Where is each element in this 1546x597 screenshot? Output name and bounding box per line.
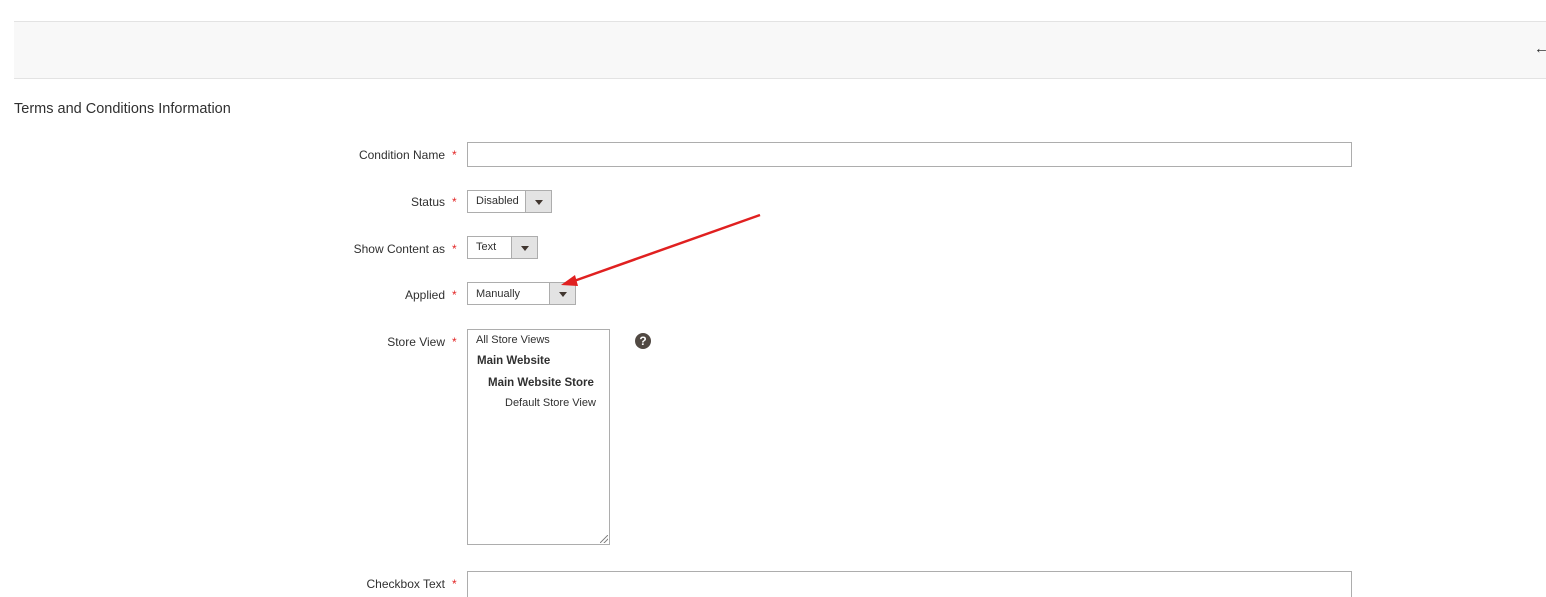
section-title: Terms and Conditions Information <box>14 101 231 117</box>
checkbox-text-textarea[interactable] <box>467 571 1352 597</box>
page-actions-bar: ← <box>14 21 1546 79</box>
required-marker: * <box>452 335 457 349</box>
status-label: Status <box>410 195 445 209</box>
required-marker: * <box>452 288 457 302</box>
store-view-label: Store View <box>387 335 445 349</box>
required-marker: * <box>452 242 457 256</box>
chevron-down-icon[interactable] <box>511 237 537 258</box>
store-view-group-store: Main Website Store <box>488 377 594 389</box>
chevron-down-icon[interactable] <box>525 191 551 212</box>
applied-label: Applied <box>404 288 445 302</box>
store-view-group-website: Main Website <box>477 355 551 367</box>
status-selected-value: Disabled <box>476 195 519 207</box>
store-view-option-default[interactable]: Default Store View <box>505 397 596 409</box>
show-content-as-selected-value: Text <box>476 241 497 253</box>
show-content-as-select[interactable]: Text <box>467 236 538 259</box>
chevron-down-icon[interactable] <box>549 283 575 304</box>
required-marker: * <box>452 195 457 209</box>
applied-selected-value: Manually <box>476 288 521 300</box>
annotation-arrow-shaft <box>573 213 761 283</box>
page: ← Terms and Conditions Information Condi… <box>0 0 1546 597</box>
resize-handle-icon[interactable] <box>600 535 608 543</box>
arrow-left-icon[interactable]: ← <box>1534 40 1546 58</box>
show-content-as-label: Show Content as <box>353 242 445 256</box>
required-marker: * <box>452 577 457 591</box>
required-marker: * <box>452 148 457 162</box>
store-view-option-all[interactable]: All Store Views <box>476 334 550 346</box>
annotation-arrow <box>561 213 761 286</box>
condition-name-input[interactable] <box>467 142 1352 167</box>
store-view-multiselect[interactable]: All Store Views Main Website Main Websit… <box>467 329 610 545</box>
applied-select[interactable]: Manually <box>467 282 576 305</box>
question-circle-icon[interactable]: ? <box>635 333 651 349</box>
checkbox-text-label: Checkbox Text <box>366 577 446 591</box>
status-select[interactable]: Disabled <box>467 190 552 213</box>
condition-name-label: Condition Name <box>358 148 445 162</box>
